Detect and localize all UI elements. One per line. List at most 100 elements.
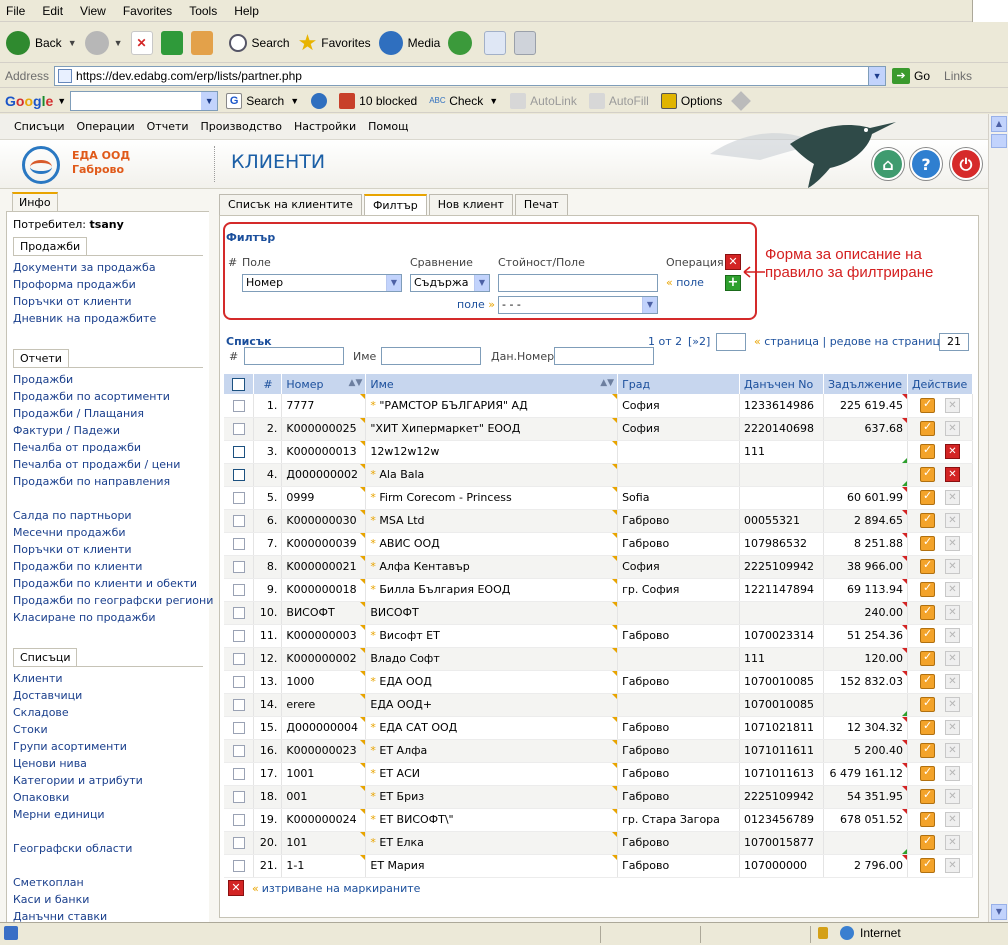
rows-per-page-input[interactable]: 21 (939, 333, 969, 351)
sidebar-link[interactable]: Проформа продажби (13, 276, 203, 293)
delete-icon[interactable]: ✕ (944, 674, 960, 689)
logout-button[interactable]: ⏻ (950, 148, 982, 180)
row-name[interactable]: ЕДА САТ ООД (379, 721, 457, 734)
delete-icon[interactable]: ✕ (944, 559, 960, 574)
sidebar-link[interactable]: Продажби по асортименти (13, 388, 203, 405)
delete-icon[interactable]: ✕ (944, 421, 960, 436)
delete-icon[interactable]: ✕ (944, 397, 960, 413)
select-all-checkbox[interactable] (232, 377, 246, 391)
sidebar-link[interactable]: Документи за продажба (13, 259, 203, 276)
row-name[interactable]: ЕТ Бриз (379, 790, 424, 803)
column-header-city[interactable]: Град (617, 374, 741, 394)
row-checkbox[interactable] (232, 699, 245, 711)
filter-field-link[interactable]: « поле (666, 276, 704, 289)
delete-icon[interactable]: ✕ (944, 720, 960, 735)
menu-edit[interactable]: Edit (42, 4, 63, 18)
help-button[interactable]: ? (910, 148, 942, 180)
sidebar-link[interactable]: Опаковки (13, 789, 203, 806)
delete-icon[interactable]: ✕ (944, 582, 960, 597)
filter-field2-select[interactable]: - - - ▼ (498, 296, 658, 314)
table-row[interactable]: 11. K000000003 * Висофт ЕТ Габрово 107002331… (224, 624, 974, 648)
edit-icon[interactable] (919, 443, 935, 459)
table-row[interactable]: 19. K000000024 * ЕТ ВИСОФТ\" гр. Стара Заго… (224, 808, 974, 832)
mail-icon[interactable] (484, 30, 507, 55)
row-checkbox[interactable] (232, 423, 245, 435)
menu-file[interactable]: File (6, 4, 25, 18)
delete-icon[interactable]: ✕ (944, 812, 960, 827)
delete-icon[interactable]: ✕ (944, 651, 960, 666)
sidebar-link[interactable]: Фактури / Падежи (13, 422, 203, 439)
delete-icon[interactable]: ✕ (944, 490, 960, 505)
forward-button[interactable]: ▼ (84, 30, 123, 55)
home-icon[interactable] (190, 30, 213, 55)
sidebar-link[interactable]: Поръчки от клиенти (13, 293, 203, 310)
delete-marked-icon[interactable]: ✕ (228, 880, 244, 896)
rows-per-page-link[interactable]: редове на страница (830, 335, 947, 348)
table-row[interactable]: 3.K00000001312w12w12w 111 ✕ (224, 440, 974, 464)
search-name-input[interactable] (381, 347, 481, 365)
spellcheck-button[interactable]: ABC Check ▼ (429, 93, 498, 109)
edit-icon[interactable] (919, 696, 935, 712)
table-row[interactable]: 8. K000000021 * Алфа Кентавър София 22251099… (224, 555, 974, 579)
delete-icon[interactable]: ✕ (944, 513, 960, 528)
table-row[interactable]: 16. K000000023 * ЕТ Алфа Габрово 1071011611 5… (224, 739, 974, 763)
sidebar-link[interactable]: Географски области (13, 840, 203, 857)
table-row[interactable]: 15. Д000000004 * ЕДА САТ ООД Габрово 1071021… (224, 716, 974, 740)
sidebar-link[interactable]: Сметкоплан (13, 874, 203, 891)
remove-rule-icon[interactable]: ✕ (725, 254, 741, 270)
filter-value-input[interactable] (498, 274, 658, 292)
sidebar-link[interactable]: Продажби по направления (13, 473, 203, 490)
add-rule-icon[interactable]: + (725, 275, 741, 291)
app-menu-production[interactable]: Производство (201, 120, 282, 133)
column-header-name[interactable]: Име ▲▼ (365, 374, 619, 394)
column-header-number[interactable]: Номер ▲▼ (281, 374, 367, 394)
row-name[interactable]: ЕДА ООД+ (370, 698, 432, 711)
back-button[interactable]: Back ▼ (6, 30, 77, 55)
row-name[interactable]: "ХИТ Хипермаркет" ЕООД (370, 422, 520, 435)
autofill-button[interactable]: AutoFill (588, 92, 649, 109)
row-name[interactable]: ЕДА ООД (379, 675, 431, 688)
edit-icon[interactable] (919, 788, 935, 804)
sidebar-link[interactable]: Продажби по клиенти (13, 558, 203, 575)
table-row[interactable]: 18. 001 * ЕТ Бриз Габрово 2225109942 54 351.9… (224, 785, 974, 809)
row-checkbox[interactable] (232, 607, 245, 619)
sidebar-link[interactable]: Складове (13, 704, 203, 721)
google-logo[interactable]: Google (5, 93, 53, 109)
tab-print[interactable]: Печат (514, 194, 568, 215)
app-menu-operations[interactable]: Операции (76, 120, 134, 133)
sidebar-link[interactable]: Продажби / Плащания (13, 405, 203, 422)
column-header-tax[interactable]: Данъчен No (739, 374, 824, 394)
row-name[interactable]: Билла България ЕООД (379, 583, 510, 596)
edit-icon[interactable] (919, 811, 935, 827)
row-name[interactable]: ВИСОФТ (370, 606, 418, 619)
table-row[interactable]: 2. K000000025 "ХИТ Хипермаркет" ЕООД София 2… (224, 417, 974, 441)
row-checkbox[interactable] (232, 860, 245, 872)
row-checkbox[interactable] (232, 469, 245, 481)
sidebar-link[interactable]: Печалба от продажби (13, 439, 203, 456)
page-scrollbar[interactable]: ▲ ▼ (988, 114, 1008, 922)
row-checkbox[interactable] (232, 791, 245, 803)
row-checkbox[interactable] (232, 538, 245, 550)
delete-icon[interactable]: ✕ (944, 766, 960, 781)
options-button[interactable]: Options (660, 92, 722, 109)
page-link[interactable]: страница (764, 335, 819, 348)
row-checkbox[interactable] (232, 515, 245, 527)
sidebar-link[interactable]: Месечни продажби (13, 524, 203, 541)
scroll-up-icon[interactable]: ▲ (991, 116, 1007, 132)
sidebar-link[interactable]: Данъчни ставки (13, 908, 203, 922)
row-checkbox[interactable] (232, 630, 245, 642)
sidebar-link[interactable]: Каси и банки (13, 891, 203, 908)
delete-icon[interactable]: ✕ (944, 467, 960, 482)
delete-icon[interactable]: ✕ (944, 835, 960, 850)
row-name[interactable]: Алфа Кентавър (379, 560, 469, 573)
edit-icon[interactable] (919, 535, 935, 551)
row-checkbox[interactable] (232, 722, 245, 734)
pager-next-link[interactable]: [»2] (688, 335, 710, 348)
media-button[interactable]: Media (378, 30, 440, 55)
tab-new-client[interactable]: Нов клиент (428, 194, 513, 215)
search-tax-input[interactable] (554, 347, 654, 365)
row-checkbox[interactable] (232, 446, 245, 458)
sidebar-link[interactable]: Стоки (13, 721, 203, 738)
google-search-button[interactable]: G Search ▼ (226, 92, 299, 109)
chevron-down-icon[interactable]: ▼ (201, 91, 218, 110)
